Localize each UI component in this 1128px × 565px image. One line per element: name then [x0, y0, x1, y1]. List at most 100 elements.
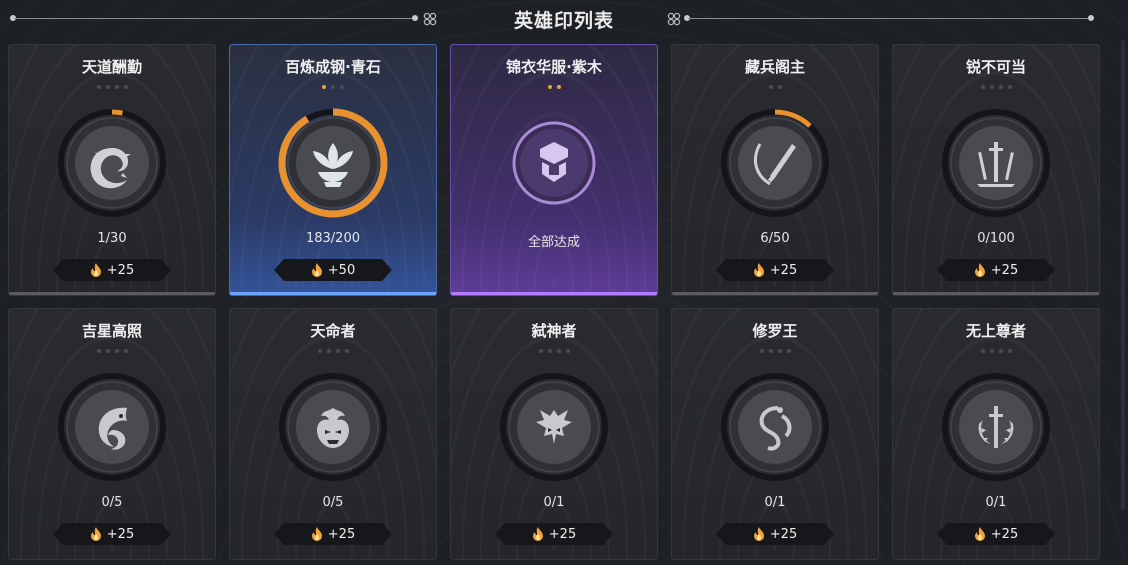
reward-amount: +25 [327, 526, 356, 542]
card-title: 天道酬勤 [81, 58, 142, 76]
star-empty-icon [998, 349, 1003, 353]
card-title: 无上尊者 [965, 322, 1026, 340]
reward-amount: +25 [990, 526, 1019, 542]
star-empty-icon [326, 349, 331, 353]
star-empty-icon [768, 349, 773, 353]
hero-seal-card[interactable]: 无上尊者 0/1 +25 [892, 308, 1100, 560]
emblem-badge [720, 372, 830, 482]
star-filled-icon [556, 85, 561, 89]
hero-seal-card[interactable]: 百炼成钢·青石 183/200 +50 [229, 44, 437, 296]
emblem-badge [499, 372, 609, 482]
flame-icon [90, 527, 102, 542]
emblem-badge [57, 372, 167, 482]
star-empty-icon [105, 85, 110, 89]
scrollbar[interactable] [1121, 40, 1125, 510]
star-empty-icon [556, 349, 561, 353]
star-empty-icon [547, 349, 552, 353]
progress-counter: 0/100 [977, 231, 1015, 246]
reward-amount: +25 [769, 526, 798, 542]
progress-counter: 183/200 [305, 231, 360, 246]
progress-counter: 0/1 [543, 495, 565, 510]
card-title: 百炼成钢·青石 [285, 58, 381, 76]
card-bottom-bar [672, 292, 878, 295]
hero-seal-card[interactable]: 天道酬勤 1/30 +25 [8, 44, 216, 296]
star-empty-icon [980, 349, 985, 353]
star-empty-icon [123, 349, 128, 353]
hero-seal-card[interactable]: 锐不可当 0/100 +25 [892, 44, 1100, 296]
card-title: 锦衣华服·紫木 [506, 58, 602, 76]
hero-seal-card[interactable]: 弑神者 0/1 +25 [450, 308, 658, 560]
card-title: 藏兵阁主 [744, 58, 805, 76]
star-empty-icon [980, 85, 985, 89]
reward-amount: +50 [327, 262, 356, 278]
card-bottom-bar [9, 292, 215, 295]
completion-label: 全部达成 [527, 235, 580, 250]
reward-amount: +25 [548, 526, 577, 542]
star-empty-icon [114, 85, 119, 89]
card-bottom-bar [893, 292, 1099, 295]
star-empty-icon [989, 85, 994, 89]
hero-seal-card[interactable]: 吉星高照 0/5 +25 [8, 308, 216, 560]
star-empty-icon [96, 349, 101, 353]
reward-amount: +25 [769, 262, 798, 278]
star-empty-icon [538, 349, 543, 353]
progress-counter: 6/50 [760, 231, 790, 246]
star-empty-icon [998, 85, 1003, 89]
star-empty-icon [344, 349, 349, 353]
star-empty-icon [777, 85, 782, 89]
reward-badge: +25 [495, 523, 613, 545]
page-title: 英雄印列表 [513, 10, 614, 32]
header-divider-right [688, 18, 1090, 19]
star-rating [9, 349, 215, 353]
hero-seal-card[interactable]: 天命者 0/5 +25 [229, 308, 437, 560]
flame-icon [753, 263, 765, 278]
reward-badge: +50 [274, 259, 392, 281]
reward-badge: +25 [53, 259, 171, 281]
hero-seal-card[interactable]: 藏兵阁主 6/50 +25 [671, 44, 879, 296]
emblem-badge [278, 108, 388, 218]
star-empty-icon [768, 85, 773, 89]
star-rating [893, 85, 1099, 89]
star-empty-icon [317, 349, 322, 353]
header-line-end-dot [1088, 15, 1094, 21]
star-empty-icon [123, 85, 128, 89]
star-rating [230, 85, 436, 89]
card-title: 弑神者 [531, 322, 577, 340]
flame-icon [532, 527, 544, 542]
star-rating [672, 349, 878, 353]
card-bottom-bar [230, 292, 436, 295]
reward-badge: +25 [274, 523, 392, 545]
emblem-badge [57, 108, 167, 218]
flame-icon [974, 527, 986, 542]
hero-seal-card[interactable]: 锦衣华服·紫木 全部达成 [450, 44, 658, 296]
star-empty-icon [96, 85, 101, 89]
card-title: 天命者 [310, 322, 356, 340]
hero-seal-card[interactable]: 修罗王 0/1 +25 [671, 308, 879, 560]
header: 英雄印列表 [0, 0, 1128, 40]
star-filled-icon [547, 85, 552, 89]
progress-counter: 0/5 [101, 495, 123, 510]
reward-badge: +25 [716, 523, 834, 545]
star-empty-icon [340, 85, 344, 89]
flame-icon [90, 263, 102, 278]
star-empty-icon [105, 349, 110, 353]
star-rating [893, 349, 1099, 353]
star-rating [230, 349, 436, 353]
progress-counter: 0/5 [322, 495, 344, 510]
star-rating [451, 349, 657, 353]
emblem-badge [720, 108, 830, 218]
star-empty-icon [777, 349, 782, 353]
star-empty-icon [331, 85, 335, 89]
flame-icon [753, 527, 765, 542]
star-rating [9, 85, 215, 89]
emblem-badge [278, 372, 388, 482]
star-empty-icon [565, 349, 570, 353]
reward-amount: +25 [106, 262, 135, 278]
emblem-badge [499, 108, 609, 218]
reward-amount: +25 [990, 262, 1019, 278]
emblem-badge [941, 372, 1051, 482]
card-title: 修罗王 [752, 322, 798, 340]
star-empty-icon [1007, 349, 1012, 353]
progress-counter: 1/30 [97, 231, 127, 246]
star-empty-icon [786, 349, 791, 353]
